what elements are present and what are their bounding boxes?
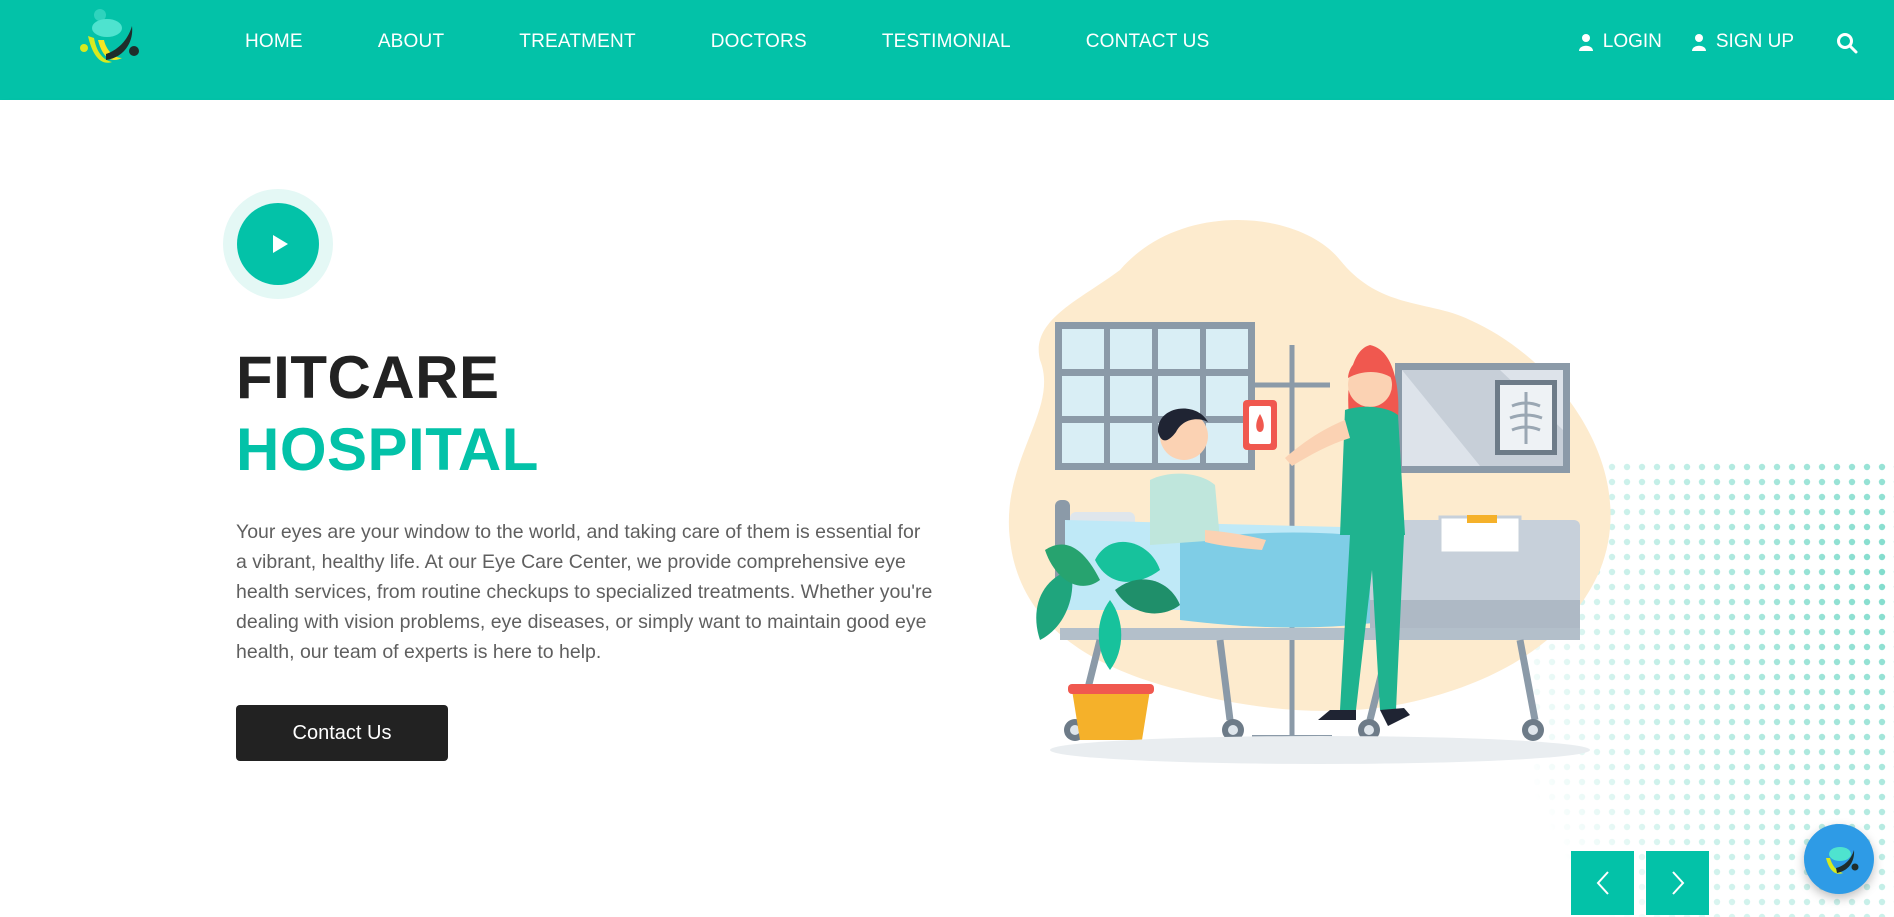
contact-us-button[interactable]: Contact Us (236, 705, 448, 761)
main-nav: HOME ABOUT TREATMENT DOCTORS TESTIMONIAL… (245, 31, 1209, 53)
chat-widget-icon (1826, 847, 1859, 874)
slider-next-button[interactable] (1646, 851, 1709, 915)
chevron-left-icon (1596, 871, 1609, 895)
nav-testimonial[interactable]: TESTIMONIAL (882, 31, 1011, 53)
nav-home[interactable]: HOME (245, 31, 303, 53)
login-label: LOGIN (1602, 31, 1662, 52)
slider-prev-button[interactable] (1571, 851, 1634, 915)
signup-link[interactable]: SIGN UP (1691, 31, 1794, 53)
signup-label: SIGN UP (1715, 31, 1794, 52)
auth-links: LOGIN SIGN UP (1549, 31, 1794, 53)
hero-title-line-2: HOSPITAL (236, 416, 539, 483)
play-video-button[interactable] (223, 189, 333, 299)
search-icon[interactable] (1836, 32, 1858, 54)
login-link[interactable]: LOGIN (1578, 31, 1662, 53)
nav-about[interactable]: ABOUT (378, 31, 444, 53)
page: HOME ABOUT TREATMENT DOCTORS TESTIMONIAL… (0, 0, 1894, 917)
play-button-circle (237, 203, 319, 285)
play-icon (273, 235, 288, 253)
chat-widget-button[interactable] (1804, 824, 1874, 894)
nav-contact-us[interactable]: CONTACT US (1086, 31, 1210, 53)
user-icon (1691, 34, 1706, 51)
hero-description: Your eyes are your window to the world, … (236, 521, 933, 663)
chevron-right-icon (1671, 871, 1684, 895)
hero-title-line-1: FITCARE (236, 344, 500, 411)
user-icon (1578, 34, 1593, 51)
nav-treatment[interactable]: TREATMENT (519, 31, 636, 53)
hospital-room-illustration (1008, 220, 1611, 764)
top-navigation-bar: HOME ABOUT TREATMENT DOCTORS TESTIMONIAL… (0, 0, 1894, 100)
fitcare-logo[interactable] (70, 2, 148, 80)
nav-doctors[interactable]: DOCTORS (711, 31, 807, 53)
